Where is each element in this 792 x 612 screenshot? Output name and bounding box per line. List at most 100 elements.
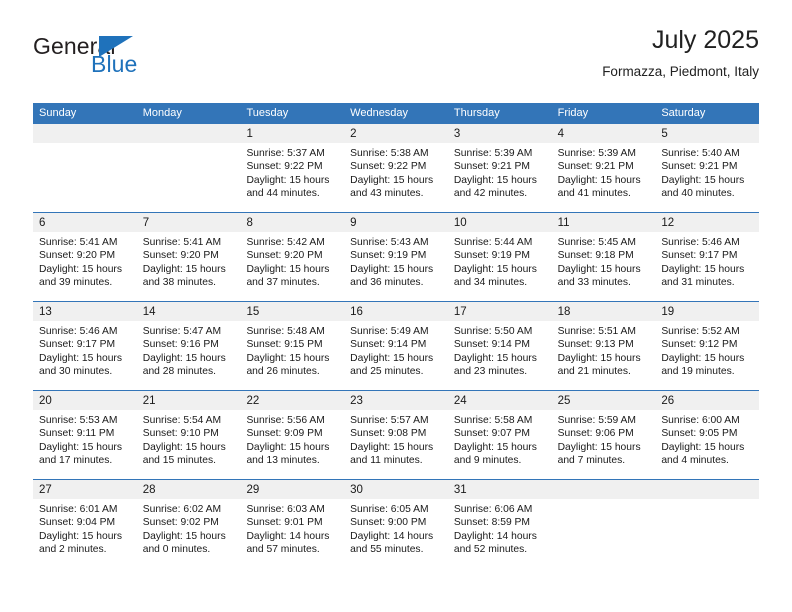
day-details: Sunrise: 5:51 AM Sunset: 9:13 PM Daylight:… [552,321,656,379]
day-cell-14[interactable]: 14 Sunrise: 5:47 AM Sunset: 9:16 PM Dayligh… [136,302,241,390]
day-cell-24[interactable]: 24 Sunrise: 5:58 AM Sunset: 9:07 PM Dayligh… [447,391,552,479]
day-details: Sunrise: 5:48 AM Sunset: 9:15 PM Daylight:… [240,321,344,379]
day-cell-19[interactable]: 19 Sunrise: 5:52 AM Sunset: 9:12 PM Dayligh… [655,302,760,390]
day-cell-13[interactable]: 13 Sunrise: 5:46 AM Sunset: 9:17 PM Dayligh… [33,302,137,390]
day-number-band: 4 [551,124,656,143]
day-cell-28[interactable]: 28 Sunrise: 6:02 AM Sunset: 9:02 PM Dayligh… [136,480,241,569]
day-cell-empty [136,124,241,212]
day-detail-line: and 0 minutes. [142,544,211,556]
day-cell-18[interactable]: 18 Sunrise: 5:51 AM Sunset: 9:13 PM Dayligh… [551,302,656,390]
day-detail-line: Sunset: 9:09 PM [246,428,323,440]
day-details: Sunrise: 5:47 AM Sunset: 9:16 PM Daylight:… [137,321,241,379]
day-cell-3[interactable]: 3 Sunrise: 5:39 AM Sunset: 9:21 PM Daylight… [447,124,552,212]
day-detail-line: Daylight: 15 hours [661,352,745,364]
day-detail-line: Sunrise: 5:51 AM [557,326,637,337]
day-detail-line: and 33 minutes. [557,277,631,289]
day-number: 18 [557,306,571,318]
day-cell-27[interactable]: 27 Sunrise: 6:01 AM Sunset: 9:04 PM Dayligh… [33,480,137,569]
day-detail-line: Sunrise: 5:46 AM [39,326,118,337]
day-cell-9[interactable]: 9 Sunrise: 5:43 AM Sunset: 9:19 PM Daylight… [344,213,448,301]
day-cell-16[interactable]: 16 Sunrise: 5:49 AM Sunset: 9:14 PM Dayligh… [344,302,448,390]
weekday-header-row: Sunday Monday Tuesday Wednesday Thursday Frid… [33,103,759,124]
day-number: 14 [142,306,156,318]
day-cell-23[interactable]: 23 Sunrise: 5:57 AM Sunset: 9:08 PM Dayligh… [344,391,448,479]
day-detail-line: Daylight: 15 hours [39,352,122,364]
day-detail-line: Sunset: 9:19 PM [453,250,531,262]
day-details: Sunrise: 5:42 AM Sunset: 9:20 PM Daylight:… [240,232,344,290]
day-detail-line: Daylight: 15 hours [246,263,330,275]
day-cell-20[interactable]: 20 Sunrise: 5:53 AM Sunset: 9:11 PM Dayligh… [33,391,137,479]
day-cell-1[interactable]: 1 Sunrise: 5:37 AM Sunset: 9:22 PM Daylight… [240,124,345,212]
page-title: July 2025 [651,26,759,54]
day-number: 26 [661,395,675,407]
day-detail-line: and 28 minutes. [142,366,216,378]
day-detail-line: Daylight: 15 hours [350,263,434,275]
day-number-band: 1 [240,124,345,143]
day-cell-29[interactable]: 29 Sunrise: 6:03 AM Sunset: 9:01 PM Dayligh… [240,480,345,569]
day-number-band: 2 [344,124,448,143]
day-detail-line: Sunset: 9:22 PM [246,161,323,173]
day-details: Sunrise: 5:59 AM Sunset: 9:06 PM Daylight:… [552,410,656,468]
day-detail-line: Daylight: 15 hours [246,174,330,186]
day-details: Sunrise: 5:40 AM Sunset: 9:21 PM Daylight:… [655,143,759,201]
day-detail-line: and 25 minutes. [350,366,424,378]
day-detail-line: Daylight: 15 hours [142,530,226,542]
day-cell-10[interactable]: 10 Sunrise: 5:44 AM Sunset: 9:19 PM Dayligh… [447,213,552,301]
day-detail-line: Sunrise: 5:48 AM [246,326,325,337]
day-detail-line: Sunset: 9:20 PM [246,250,323,262]
day-details: Sunrise: 5:38 AM Sunset: 9:22 PM Daylight:… [344,143,448,201]
day-cell-12[interactable]: 12 Sunrise: 5:46 AM Sunset: 9:17 PM Dayligh… [655,213,760,301]
day-number: 15 [246,306,260,318]
weekday-header-sunday: Sunday [39,107,77,119]
day-number: 19 [661,306,675,318]
day-cell-6[interactable]: 6 Sunrise: 5:41 AM Sunset: 9:20 PM Daylight… [33,213,137,301]
day-cell-22[interactable]: 22 Sunrise: 5:56 AM Sunset: 9:09 PM Dayligh… [240,391,345,479]
day-details: Sunrise: 5:57 AM Sunset: 9:08 PM Daylight:… [344,410,448,468]
day-detail-line: Sunset: 9:15 PM [246,339,323,351]
day-cell-30[interactable]: 30 Sunrise: 6:05 AM Sunset: 9:00 PM Dayligh… [344,480,448,569]
day-cell-25[interactable]: 25 Sunrise: 5:59 AM Sunset: 9:06 PM Dayligh… [551,391,656,479]
day-detail-line: Sunrise: 5:40 AM [661,148,740,159]
day-detail-line: Sunset: 9:13 PM [557,339,634,351]
day-detail-line: Daylight: 14 hours [453,530,537,542]
day-cell-17[interactable]: 17 Sunrise: 5:50 AM Sunset: 9:14 PM Dayligh… [447,302,552,390]
day-detail-line: Sunset: 9:08 PM [350,428,427,440]
day-cell-26[interactable]: 26 Sunrise: 6:00 AM Sunset: 9:05 PM Dayligh… [655,391,760,479]
day-number-band: 30 [344,480,448,499]
weekday-header-wednesday: Wednesday [350,107,409,119]
day-detail-line: and 34 minutes. [453,277,528,289]
day-cell-21[interactable]: 21 Sunrise: 5:54 AM Sunset: 9:10 PM Dayligh… [136,391,241,479]
day-detail-line: and 55 minutes. [350,544,424,556]
day-cell-2[interactable]: 2 Sunrise: 5:38 AM Sunset: 9:22 PM Daylight… [344,124,448,212]
calendar-weeks: 1 Sunrise: 5:37 AM Sunset: 9:22 PM Daylight… [33,124,760,569]
day-cell-11[interactable]: 11 Sunrise: 5:45 AM Sunset: 9:18 PM Dayligh… [551,213,656,301]
day-detail-line: Daylight: 15 hours [350,174,434,186]
day-detail-line: Daylight: 15 hours [39,441,122,453]
day-number-band: 17 [447,302,552,321]
day-number-band: 31 [447,480,552,499]
day-cell-4[interactable]: 4 Sunrise: 5:39 AM Sunset: 9:21 PM Daylight… [551,124,656,212]
day-cell-7[interactable]: 7 Sunrise: 5:41 AM Sunset: 9:20 PM Daylight… [136,213,241,301]
day-number: 8 [246,217,253,229]
day-details: Sunrise: 5:46 AM Sunset: 9:17 PM Daylight:… [655,232,759,290]
day-detail-line: Sunset: 8:59 PM [453,517,531,529]
day-details: Sunrise: 5:52 AM Sunset: 9:12 PM Daylight:… [655,321,759,379]
logo-general-blue[interactable]: General Blue [33,26,153,82]
day-cell-8[interactable]: 8 Sunrise: 5:42 AM Sunset: 9:20 PM Daylight… [240,213,345,301]
day-detail-line: Daylight: 15 hours [453,174,537,186]
day-cell-5[interactable]: 5 Sunrise: 5:40 AM Sunset: 9:21 PM Daylight… [655,124,760,212]
day-cell-empty [551,480,656,569]
day-number: 3 [453,128,461,140]
logo-text-blue: Blue [91,51,138,77]
day-detail-line: and 4 minutes. [661,455,729,467]
day-cell-31[interactable]: 31 Sunrise: 6:06 AM Sunset: 8:59 PM Dayligh… [447,480,552,569]
day-detail-line: and 7 minutes. [557,455,626,467]
day-number-band: 16 [344,302,448,321]
day-number-band: 20 [33,391,137,410]
day-detail-line: and 36 minutes. [350,277,424,289]
day-detail-line: Daylight: 15 hours [350,352,434,364]
day-detail-line: and 57 minutes. [246,544,320,556]
day-number-band: 10 [447,213,552,232]
day-cell-15[interactable]: 15 Sunrise: 5:48 AM Sunset: 9:15 PM Dayligh… [240,302,345,390]
day-detail-line: and 44 minutes. [246,188,320,200]
